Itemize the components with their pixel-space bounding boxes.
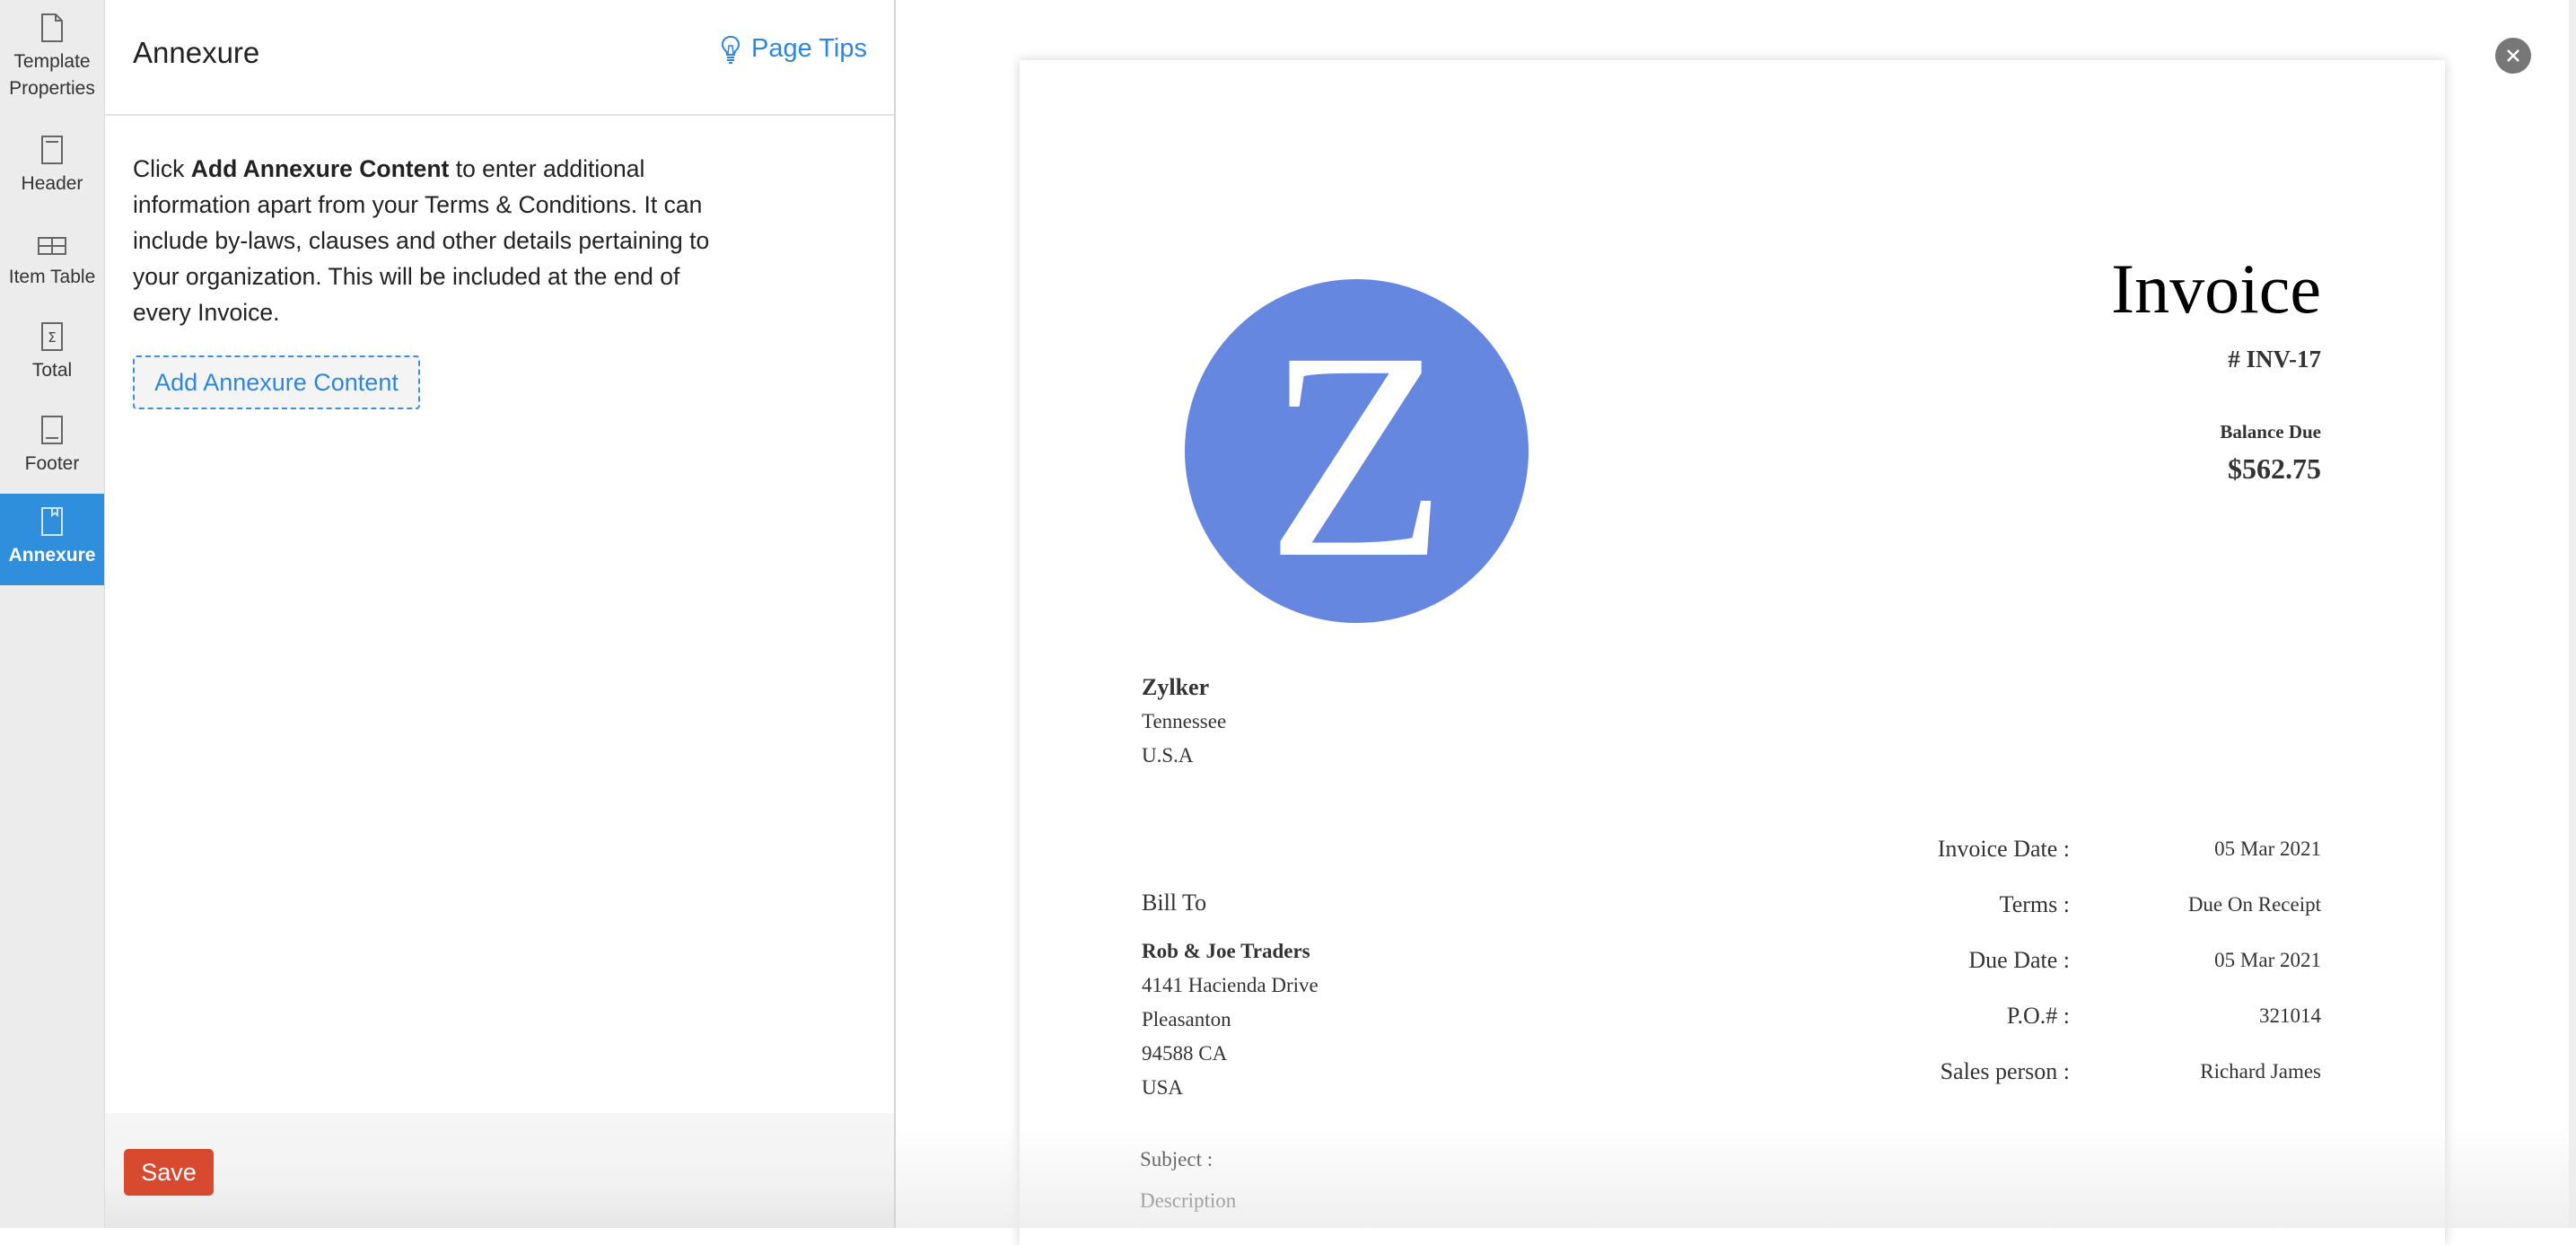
sidebar-item-label: Properties xyxy=(9,78,95,99)
invoice-page: Z Invoice # INV-17 Balance Due $562.75 Z… xyxy=(1020,60,2445,1245)
sidebar-item-item-table[interactable]: Item Table xyxy=(0,232,104,291)
address-line: USA xyxy=(1142,1076,1184,1099)
sidebar-item-label: Total xyxy=(31,360,73,381)
address-line: Pleasanton xyxy=(1142,1008,1231,1030)
customer-name: Rob & Joe Traders xyxy=(1142,940,1310,962)
detail-row: Invoice Date : 05 Mar 2021 xyxy=(1827,836,2321,891)
address-line: U.S.A xyxy=(1142,744,1194,767)
page-tips-label: Page Tips xyxy=(751,34,867,63)
description-text: Click xyxy=(133,155,191,182)
add-annexure-content-button[interactable]: Add Annexure Content xyxy=(133,355,420,409)
detail-value: 05 Mar 2021 xyxy=(2214,837,2321,860)
preview-scrollbar[interactable] xyxy=(2569,0,2576,1228)
address-line: 94588 CA xyxy=(1142,1042,1228,1065)
annexure-settings-panel: Annexure Page Tips Click Add Annexure Co… xyxy=(105,0,896,1228)
detail-row: Terms : Due On Receipt xyxy=(1827,891,2321,947)
sidebar-item-label: Header xyxy=(21,173,83,194)
sidebar-item-label: Footer xyxy=(24,453,80,474)
detail-value: 321014 xyxy=(2259,1004,2321,1027)
address-line: Tennessee xyxy=(1142,710,1227,732)
detail-row: Due Date : 05 Mar 2021 xyxy=(1827,947,2321,1003)
sidebar-item-label: Annexure xyxy=(8,545,96,566)
organization-name: Zylker xyxy=(1142,674,1210,700)
detail-label: Invoice Date : xyxy=(1937,836,2070,862)
annexure-description: Click Add Annexure Content to enter addi… xyxy=(133,151,743,330)
detail-value: 05 Mar 2021 xyxy=(2214,949,2321,971)
description-column-label: Description xyxy=(1140,1189,1237,1212)
invoice-details: Invoice Date : 05 Mar 2021 Terms : Due On … xyxy=(1827,836,2321,1114)
address-line: 4141 Hacienda Drive xyxy=(1142,974,1319,996)
subject-label: Subject : xyxy=(1140,1148,1214,1170)
header-icon xyxy=(41,136,63,164)
sidebar-item-template-properties[interactable]: Template Properties xyxy=(0,13,104,102)
detail-row: Sales person : Richard James xyxy=(1827,1058,2321,1114)
template-sections-sidebar: Template Properties Header Item Table Σ … xyxy=(0,0,105,1228)
close-preview-button[interactable] xyxy=(2495,38,2531,74)
description-bold-text: Add Annexure Content xyxy=(190,155,450,182)
detail-value: Richard James xyxy=(2200,1060,2321,1083)
detail-label: Terms : xyxy=(1999,891,2070,917)
bill-to-label: Bill To xyxy=(1142,890,1207,916)
balance-due-label: Balance Due xyxy=(2220,421,2321,443)
table-icon xyxy=(38,237,66,255)
close-icon xyxy=(2507,49,2519,62)
detail-label: P.O.# : xyxy=(2006,1003,2070,1029)
lightbulb-icon xyxy=(721,35,740,64)
page-tips-link[interactable]: Page Tips xyxy=(721,34,867,64)
invoice-number: # INV-17 xyxy=(2228,346,2321,373)
annexure-icon xyxy=(41,507,63,536)
bill-to-address: Rob & Joe Traders 4141 Hacienda Drive Pl… xyxy=(1142,934,1319,1105)
save-button[interactable]: Save xyxy=(124,1149,214,1196)
company-logo: Z xyxy=(1185,279,1529,623)
detail-label: Due Date : xyxy=(1968,947,2070,973)
detail-label: Sales person : xyxy=(1940,1058,2070,1084)
panel-title: Annexure xyxy=(133,36,260,69)
sidebar-item-footer[interactable]: Footer xyxy=(0,415,104,478)
logo-letter: Z xyxy=(1266,291,1448,619)
page-icon xyxy=(41,13,63,42)
sidebar-item-annexure[interactable]: Annexure xyxy=(0,494,104,585)
sigma-icon: Σ xyxy=(41,322,63,351)
detail-row: P.O.# : 321014 xyxy=(1827,1003,2321,1058)
svg-text:Σ: Σ xyxy=(48,329,56,346)
sidebar-item-label: Item Table xyxy=(8,267,96,287)
balance-due-amount: $562.75 xyxy=(2228,452,2321,485)
invoice-title: Invoice xyxy=(2111,250,2321,328)
sidebar-item-total[interactable]: Σ Total xyxy=(0,321,104,384)
detail-value: Due On Receipt xyxy=(2187,893,2321,916)
panel-footer: Save xyxy=(105,1113,894,1228)
organization-address: Zylker Tennessee U.S.A xyxy=(1142,671,1226,773)
sidebar-item-label: Template xyxy=(13,51,91,72)
footer-icon xyxy=(41,416,63,444)
panel-header: Annexure Page Tips xyxy=(105,0,894,116)
sidebar-item-header[interactable]: Header xyxy=(0,135,104,197)
